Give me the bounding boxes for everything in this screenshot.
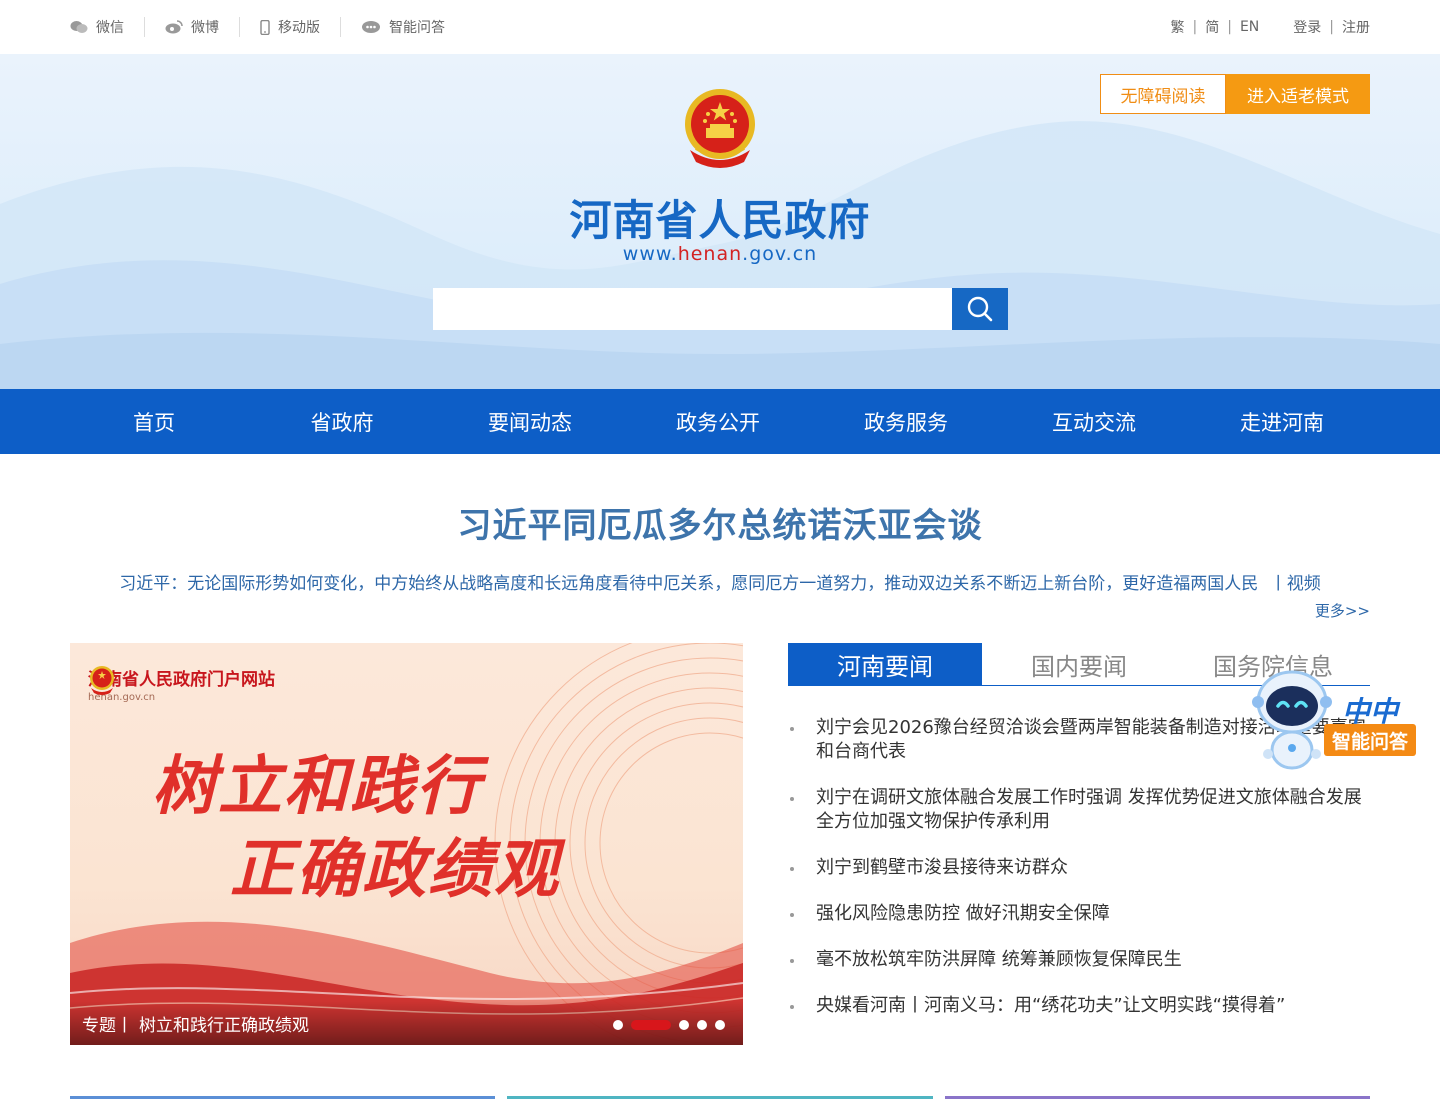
video-link[interactable]: 丨视频 [1270,574,1321,594]
tab-henan-news[interactable]: 河南要闻 [788,643,982,685]
carousel-dot[interactable] [679,1020,689,1030]
emblem-small-icon [90,666,114,695]
news-item[interactable]: 强化风险隐患防控 做好汛期安全保障 [788,902,1370,926]
top-bar: 微信 微博 移动版 智能问答 繁 | 简 | EN 登录 | 注册 [0,0,1440,54]
weibo-icon [165,20,183,34]
nav-interaction[interactable]: 互动交流 [1000,407,1188,437]
nav-about-henan[interactable]: 走进河南 [1188,407,1376,437]
url-highlight: henan [677,243,743,265]
banner-headline-line2: 正确政绩观 [230,833,560,907]
banner-caption-tag: 专题丨 [82,1015,133,1036]
headline-title[interactable]: 习近平同厄瓜多尔总统诺沃亚会谈 [0,498,1440,547]
lang-english[interactable]: EN [1240,19,1259,35]
banner-logo-title: 河南省人民政府门户网站 [88,670,275,690]
top-right: 繁 | 简 | EN 登录 | 注册 [1171,17,1370,37]
mobile-label: 移动版 [278,20,320,36]
site-title: 河南省人民政府 [569,196,871,245]
carousel-dot[interactable] [697,1020,707,1030]
news-item[interactable]: 刘宁到鹤壁市浚县接待来访群众 [788,856,1370,880]
carousel-dots [613,1020,725,1030]
nav-government-services[interactable]: 政务服务 [812,407,1000,437]
news-item[interactable]: 刘宁在调研文旅体融合发展工作时强调 发挥优势促进文旅体融合发展 全方位加强文物保… [788,786,1370,834]
divider-blue [70,1096,496,1099]
nav-home[interactable]: 首页 [60,407,248,437]
language-switch: 繁 | 简 | EN [1171,17,1260,37]
url-suffix: .gov.cn [742,243,818,265]
nav-news[interactable]: 要闻动态 [436,407,624,437]
mode-buttons: 无障碍阅读 进入适老模式 [1100,74,1370,114]
site-header: 河南省人民政府 www.henan.gov.cn 无障碍阅读 进入适老模式 [0,54,1440,389]
lang-simplified[interactable]: 简 [1205,17,1219,37]
nav-government-affairs[interactable]: 政务公开 [624,407,812,437]
section-dividers [70,1096,1370,1099]
more-link[interactable]: 更多>> [1315,602,1370,620]
url-prefix: www. [622,243,678,265]
tab-domestic-news[interactable]: 国内要闻 [982,643,1176,685]
national-emblem-icon [685,89,755,168]
banner-logo: 河南省人民政府门户网站 henan.gov.cn [88,665,275,703]
qa-link[interactable]: 智能问答 [340,17,465,37]
divider-teal [507,1096,933,1099]
divider: | [1192,19,1198,35]
smart-assistant-widget[interactable]: 中中 智能问答 [1252,662,1422,774]
robot-icon [1252,670,1332,770]
elder-mode-button[interactable]: 进入适老模式 [1226,74,1370,114]
news-item[interactable]: 毫不放松筑牢防洪屏障 统筹兼顾恢复保障民生 [788,948,1370,972]
search-bar [433,288,1008,330]
headline-more: 更多>> [0,600,1440,621]
divider-purple [944,1096,1370,1099]
search-input[interactable] [433,288,952,330]
register-link[interactable]: 注册 [1342,17,1370,37]
assistant-button[interactable]: 智能问答 [1324,724,1416,756]
headline-subtitle: 习近平：无论国际形势如何变化，中方始终从战略高度和长远角度看待中厄关系，愿同厄方… [0,569,1440,594]
banner-carousel[interactable]: 河南省人民政府门户网站 henan.gov.cn 树立和践行 正确政绩观 专题丨… [70,643,743,1045]
carousel-dot-active[interactable] [631,1020,671,1030]
accessibility-button[interactable]: 无障碍阅读 [1100,74,1226,114]
nav-province-government[interactable]: 省政府 [248,407,436,437]
news-item[interactable]: 央媒看河南丨河南义马：用“绣花功夫”让文明实践“摸得着” [788,994,1370,1018]
mobile-icon [260,19,270,35]
divider: | [1227,19,1232,35]
banner-caption-link[interactable]: 树立和践行正确政绩观 [139,1011,309,1036]
wechat-label: 微信 [96,20,124,36]
divider: | [1329,19,1334,35]
wechat-link[interactable]: 微信 [70,17,144,37]
carousel-dot[interactable] [715,1020,725,1030]
banner-logo-text: 河南省人民政府门户网站 henan.gov.cn [88,665,275,703]
qa-label: 智能问答 [389,20,445,36]
mobile-link[interactable]: 移动版 [239,17,340,37]
lang-traditional[interactable]: 繁 [1171,17,1185,37]
login-link[interactable]: 登录 [1293,17,1321,37]
top-links: 微信 微博 移动版 智能问答 [70,17,465,37]
main-nav: 首页 省政府 要闻动态 政务公开 政务服务 互动交流 走进河南 [0,389,1440,454]
search-button[interactable] [952,288,1008,330]
chat-icon [362,21,380,33]
banner-headline-line1: 树立和践行 [152,750,482,824]
main-content: 河南省人民政府门户网站 henan.gov.cn 树立和践行 正确政绩观 专题丨… [0,643,1440,1063]
carousel-dot[interactable] [613,1020,623,1030]
search-icon [967,296,993,322]
weibo-link[interactable]: 微博 [144,17,239,37]
auth-links: 登录 | 注册 [1293,17,1370,37]
weibo-label: 微博 [191,20,219,36]
headline-summary[interactable]: 习近平：无论国际形势如何变化，中方始终从战略高度和长远角度看待中厄关系，愿同厄方… [119,574,1258,594]
banner-logo-url: henan.gov.cn [88,692,156,703]
wechat-icon [70,21,88,33]
site-url: www.henan.gov.cn [0,243,1440,265]
